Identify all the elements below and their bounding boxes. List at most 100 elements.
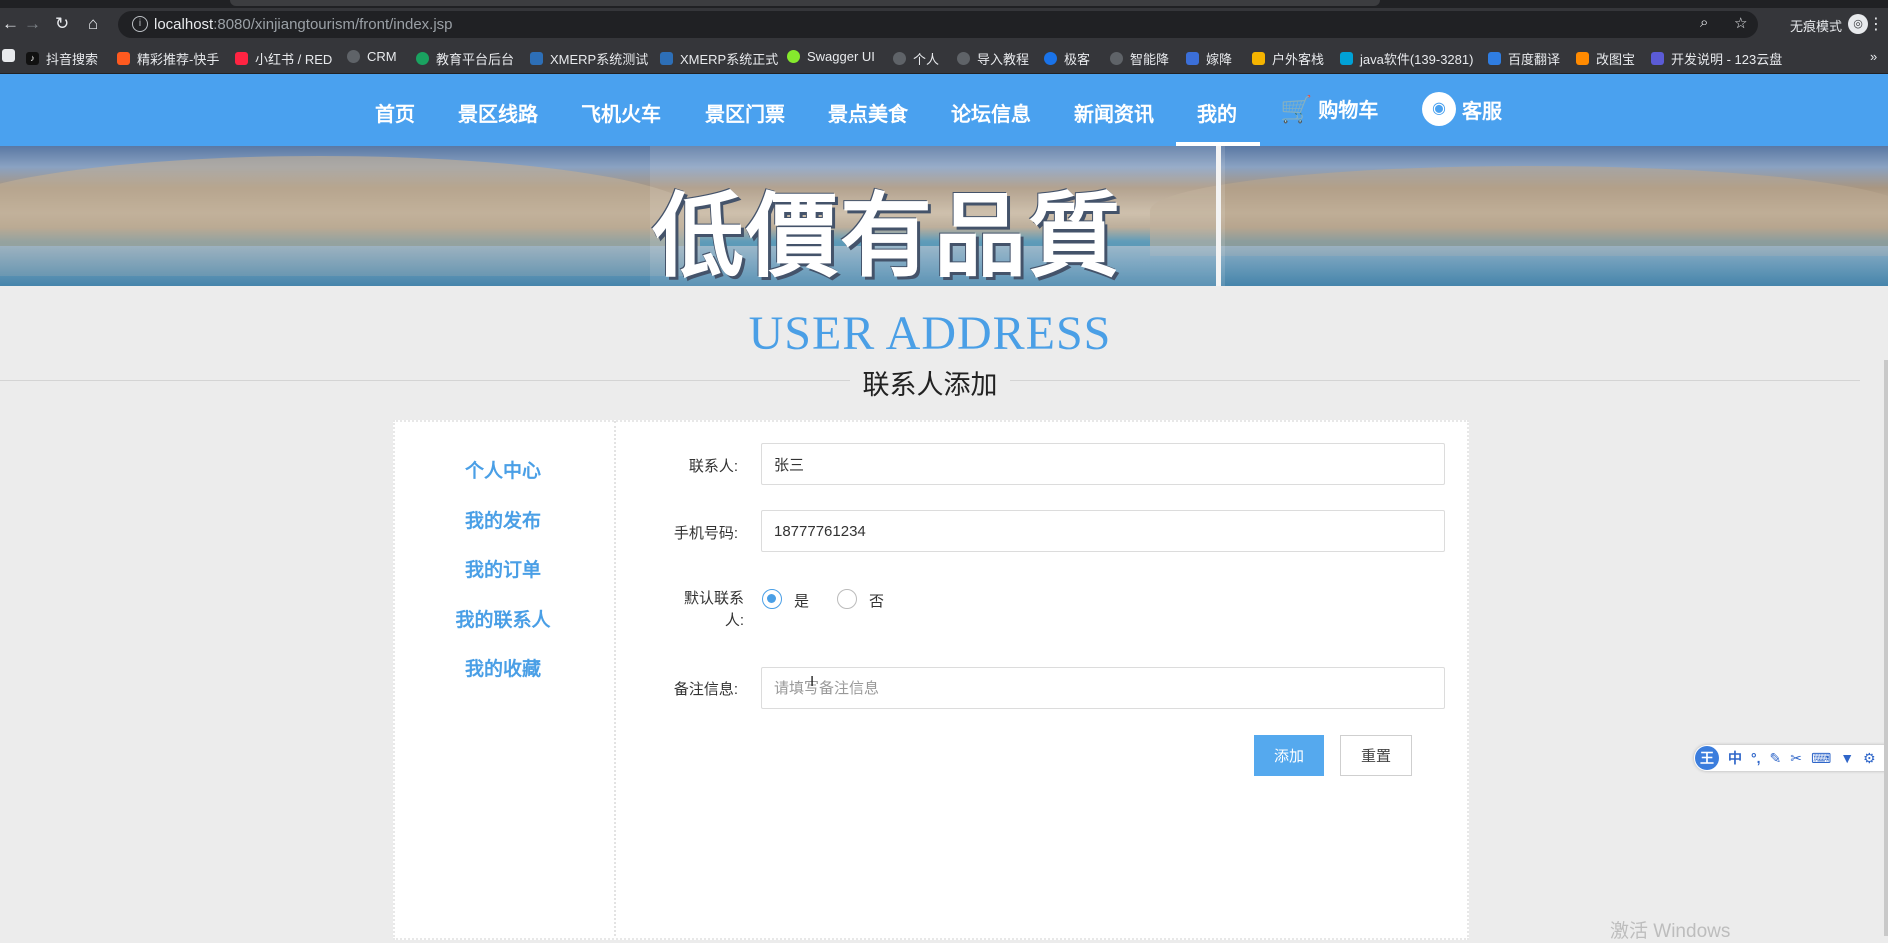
keyboard-icon[interactable]: ⌨ xyxy=(1811,750,1831,767)
ime-toolbar[interactable]: 王 中 °, ✎ ✂ ⌨ ▼ ⚙ xyxy=(1694,745,1888,771)
note-input[interactable] xyxy=(761,667,1445,709)
nav-scenic-routes[interactable]: 景区线路 xyxy=(458,98,538,127)
swagger-icon xyxy=(787,50,800,63)
bookmark-item[interactable]: 小红书 / RED xyxy=(235,49,332,68)
shield-icon xyxy=(1186,52,1199,65)
home-icon[interactable]: ⌂ xyxy=(88,15,98,33)
default-no-radio[interactable] xyxy=(837,589,857,609)
tab-strip[interactable] xyxy=(230,0,1380,6)
site-nav: 首页 景区线路 飞机火车 景区门票 景点美食 论坛信息 新闻资讯 我的 🛒 购物车… xyxy=(0,74,1888,146)
contact-label: 联系人: xyxy=(688,458,738,475)
bookmark-item[interactable]: 智能降 xyxy=(1110,49,1169,68)
sidebar-item-contacts[interactable]: 我的联系人 xyxy=(393,605,613,632)
bookmark-item[interactable]: CRM xyxy=(347,49,397,64)
skin-icon[interactable]: ▼ xyxy=(1840,750,1854,766)
bookmark-item[interactable]: 改图宝 xyxy=(1576,49,1635,68)
page-title: USER ADDRESS xyxy=(748,307,1112,360)
bookmarks-overflow-icon[interactable]: » xyxy=(1870,49,1877,64)
bookmarks-bar: ♪ 抖音搜索 精彩推荐-快手 小红书 / RED CRM 教育平台后台 XMERP… xyxy=(0,41,1888,74)
bookmark-item[interactable]: XMERP系统测试 xyxy=(530,49,648,68)
reset-button[interactable]: 重置 xyxy=(1340,735,1412,776)
ime-logo-icon[interactable]: 王 xyxy=(1695,746,1719,770)
nav-forum[interactable]: 论坛信息 xyxy=(951,98,1031,127)
forward-arrow-icon[interactable]: → xyxy=(24,15,41,33)
globe-icon xyxy=(1110,52,1123,65)
globe-icon xyxy=(347,50,360,63)
default-contact-label: 默认联系 人: xyxy=(683,590,744,629)
bookmark-item[interactable]: 个人 xyxy=(893,49,939,68)
address-bar: ← → ↻ ⌂ i localhost:8080/xinjiangtourism… xyxy=(0,8,1888,41)
cloud-disk-icon xyxy=(1651,52,1664,65)
zoom-icon[interactable]: ⌕ xyxy=(1700,14,1708,31)
nav-service[interactable]: ◉ 客服 xyxy=(1422,92,1502,126)
bookmark-item[interactable]: 精彩推荐-快手 xyxy=(117,49,219,68)
bookmark-item[interactable]: ♪ 抖音搜索 xyxy=(26,49,98,68)
nav-cart[interactable]: 🛒 购物车 xyxy=(1280,94,1378,123)
nav-home[interactable]: 首页 xyxy=(375,98,415,127)
settings-gear-icon[interactable]: ⚙ xyxy=(1863,750,1876,767)
bookmark-item[interactable]: 导入教程 xyxy=(957,49,1029,68)
browser-menu-icon[interactable]: ⋮ xyxy=(1868,14,1884,34)
nav-mine[interactable]: 我的 xyxy=(1197,98,1237,127)
bookmark-item[interactable]: XMERP系统正式 xyxy=(660,49,778,68)
contact-name-input[interactable] xyxy=(761,443,1445,485)
ime-language-toggle[interactable]: 中 xyxy=(1728,748,1742,768)
inn-icon xyxy=(1252,52,1265,65)
site-info-icon[interactable]: i xyxy=(132,16,148,32)
back-arrow-icon[interactable]: ← xyxy=(2,15,19,33)
tv-icon xyxy=(1340,52,1353,65)
phone-label: 手机号码: xyxy=(673,525,738,542)
note-label: 备注信息: xyxy=(673,681,738,698)
phone-input[interactable] xyxy=(761,510,1445,552)
image-tool-icon xyxy=(1576,52,1589,65)
default-yes-radio[interactable] xyxy=(762,589,782,609)
edu-icon xyxy=(416,52,429,65)
url-field[interactable]: i localhost:8080/xinjiangtourism/front/i… xyxy=(118,11,1758,38)
bookmark-item[interactable]: 户外客栈 xyxy=(1252,49,1324,68)
cart-icon: 🛒 xyxy=(1280,93,1313,124)
scissors-icon[interactable]: ✂ xyxy=(1790,750,1802,767)
page-subtitle: 联系人添加 xyxy=(850,363,1010,402)
wechat-icon: ◉ xyxy=(1422,92,1456,126)
sidebar-item-posts[interactable]: 我的发布 xyxy=(393,506,613,533)
nav-service-label: 客服 xyxy=(1462,100,1502,123)
erp-icon xyxy=(660,52,673,65)
bookmark-item[interactable]: Swagger UI xyxy=(787,49,875,64)
url-host: localhost xyxy=(154,16,214,33)
add-button[interactable]: 添加 xyxy=(1254,735,1324,776)
nav-food[interactable]: 景点美食 xyxy=(828,98,908,127)
sidebar-item-orders[interactable]: 我的订单 xyxy=(393,555,613,582)
sidebar-item-profile[interactable]: 个人中心 xyxy=(393,456,613,483)
douyin-icon: ♪ xyxy=(26,52,39,65)
geek-icon xyxy=(1044,52,1057,65)
bookmark-item[interactable]: 教育平台后台 xyxy=(416,49,514,68)
punctuation-icon[interactable]: °, xyxy=(1751,750,1761,766)
nav-tickets[interactable]: 景区门票 xyxy=(705,98,785,127)
nav-plane-train[interactable]: 飞机火车 xyxy=(581,98,661,127)
browser-top-strip xyxy=(0,0,1888,8)
text-cursor-icon: I xyxy=(810,673,815,690)
url-path: :8080/xinjiangtourism/front/index.jsp xyxy=(213,16,453,33)
bookmark-item[interactable]: 极客 xyxy=(1044,49,1090,68)
default-yes-label[interactable]: 是 xyxy=(794,590,809,611)
reload-icon[interactable]: ↻ xyxy=(55,15,69,33)
sidebar-item-favorites[interactable]: 我的收藏 xyxy=(393,654,613,681)
windows-activation-watermark: 激活 Windows xyxy=(1610,921,1731,942)
bookmark-apps-icon[interactable] xyxy=(2,49,15,62)
handwriting-icon[interactable]: ✎ xyxy=(1770,750,1782,767)
nav-news[interactable]: 新闻资讯 xyxy=(1074,98,1154,127)
globe-icon xyxy=(893,52,906,65)
globe-icon xyxy=(957,52,970,65)
translate-icon xyxy=(1488,52,1501,65)
bookmark-item[interactable]: 百度翻译 xyxy=(1488,49,1560,68)
page-scrollbar[interactable] xyxy=(1884,360,1888,936)
bookmark-item[interactable]: 嫁降 xyxy=(1186,49,1232,68)
bookmark-item[interactable]: 开发说明 - 123云盘 xyxy=(1651,49,1782,68)
incognito-icon[interactable]: ◎ xyxy=(1848,14,1868,34)
default-no-label[interactable]: 否 xyxy=(869,590,884,611)
incognito-label: 无痕模式 xyxy=(1789,19,1842,34)
banner-slogan: 低價有品質 xyxy=(652,182,1123,286)
bookmark-star-icon[interactable]: ☆ xyxy=(1734,14,1747,32)
xiaohongshu-icon xyxy=(235,52,248,65)
bookmark-item[interactable]: java软件(139-3281) xyxy=(1340,49,1473,68)
